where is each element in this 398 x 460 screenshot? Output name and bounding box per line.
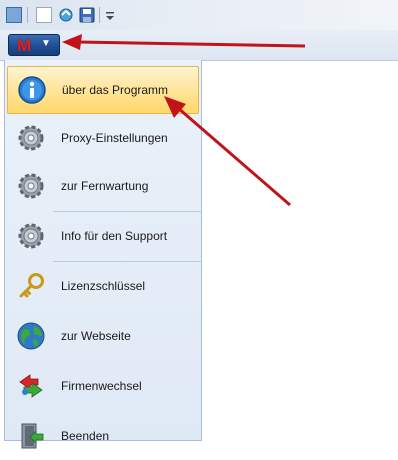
key-icon: [15, 270, 47, 302]
menu-item-label: Proxy-Einstellungen: [61, 131, 168, 145]
menu-item-label: zur Webseite: [61, 329, 131, 343]
switch-icon: [15, 370, 47, 402]
menu-item-company-switch[interactable]: Firmenwechsel: [7, 362, 199, 410]
menu-item-label: Lizenzschlüssel: [61, 279, 146, 293]
menu-item-label: über das Programm: [62, 83, 169, 97]
globe-icon: [15, 320, 47, 352]
menu-item-proxy-settings[interactable]: Proxy-Einstellungen: [7, 114, 199, 162]
quick-access-toolbar: [0, 0, 398, 30]
menu-item-license-key[interactable]: Lizenzschlüssel: [7, 262, 199, 310]
menu-item-label: Info für den Support: [61, 229, 168, 243]
menu-item-support-info[interactable]: Info für den Support: [7, 212, 199, 260]
application-menu: über das Programm Proxy-Einstellungen zu…: [4, 60, 202, 449]
menu-item-label: Firmenwechsel: [61, 379, 142, 393]
exit-icon: [15, 420, 47, 452]
app-logo: M: [17, 36, 32, 55]
window-icon[interactable]: [6, 7, 22, 23]
application-menu-button[interactable]: M ▼: [8, 34, 60, 56]
document-icon[interactable]: [36, 7, 52, 23]
info-icon: [16, 74, 48, 106]
gear-icon: [15, 170, 47, 202]
menu-item-exit[interactable]: Beenden: [7, 412, 199, 460]
qat-menu-icon[interactable]: [104, 7, 120, 23]
gear-icon: [15, 220, 47, 252]
refresh-icon[interactable]: [58, 7, 74, 23]
save-icon[interactable]: [79, 7, 95, 23]
menu-item-label: zur Fernwartung: [61, 179, 149, 193]
toolbar-separator: [27, 7, 28, 23]
menu-item-remote-maintenance[interactable]: zur Fernwartung: [7, 162, 199, 210]
gear-icon: [15, 122, 47, 154]
menu-item-website[interactable]: zur Webseite: [7, 312, 199, 360]
toolbar-separator: [99, 7, 100, 23]
chevron-down-icon: ▼: [41, 38, 51, 49]
menu-item-about[interactable]: über das Programm: [7, 66, 199, 114]
